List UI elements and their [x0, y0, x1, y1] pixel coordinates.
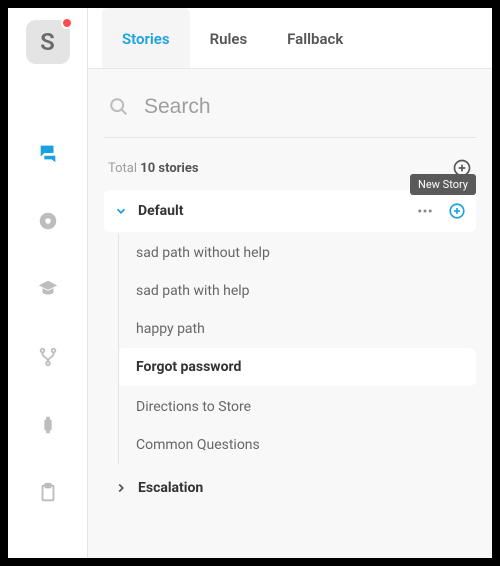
list-item[interactable]: sad path without help [118, 234, 476, 272]
nav-talk-icon[interactable] [37, 142, 59, 164]
new-story-tooltip: New Story [410, 174, 476, 195]
plus-circle-icon[interactable] [448, 202, 466, 220]
search-row [104, 83, 476, 137]
total-row: Total 10 stories New Story [104, 158, 476, 190]
add-story-wrap: New Story [452, 158, 472, 178]
list-item[interactable]: happy path [118, 310, 476, 348]
group-actions [416, 202, 466, 220]
nav-fork-icon[interactable] [37, 346, 59, 368]
nav-graduation-icon[interactable] [37, 278, 59, 300]
nav-icons [37, 142, 59, 504]
main-panel: Stories Rules Fallback Total 10 stories [88, 8, 492, 558]
nav-watch-icon[interactable] [37, 414, 59, 436]
logo[interactable]: S [26, 20, 70, 64]
group-header-escalation[interactable]: Escalation [104, 464, 476, 496]
group-header-default[interactable]: Default [104, 190, 476, 232]
tab-fallback[interactable]: Fallback [267, 8, 363, 68]
search-input[interactable] [144, 95, 472, 119]
group-label: Default [138, 203, 183, 219]
stories-list: sad path without help sad path with help… [104, 234, 476, 464]
list-item[interactable]: Forgot password [118, 348, 476, 386]
list-item[interactable]: Directions to Store [118, 388, 476, 426]
app-frame: S Stories [8, 8, 492, 558]
group-label: Escalation [138, 480, 203, 496]
nav-gear-icon[interactable] [37, 210, 59, 232]
total-prefix: Total [108, 161, 137, 176]
nav-clipboard-icon[interactable] [37, 482, 59, 504]
total-text: Total 10 stories [108, 161, 199, 176]
total-count: 10 stories [140, 161, 198, 176]
logo-letter: S [40, 28, 55, 56]
tab-rules[interactable]: Rules [190, 8, 268, 68]
divider [104, 137, 476, 138]
more-icon[interactable] [416, 202, 434, 220]
chevron-right-icon [114, 481, 128, 495]
sidebar: S [8, 8, 88, 558]
list-item[interactable]: sad path with help [118, 272, 476, 310]
content-area: Total 10 stories New Story Default [88, 69, 492, 558]
tab-stories[interactable]: Stories [102, 8, 190, 68]
search-icon [108, 96, 130, 118]
list-item[interactable]: Common Questions [118, 426, 476, 464]
chevron-down-icon [114, 204, 128, 218]
tab-bar: Stories Rules Fallback [88, 8, 492, 69]
notification-dot [61, 17, 73, 29]
